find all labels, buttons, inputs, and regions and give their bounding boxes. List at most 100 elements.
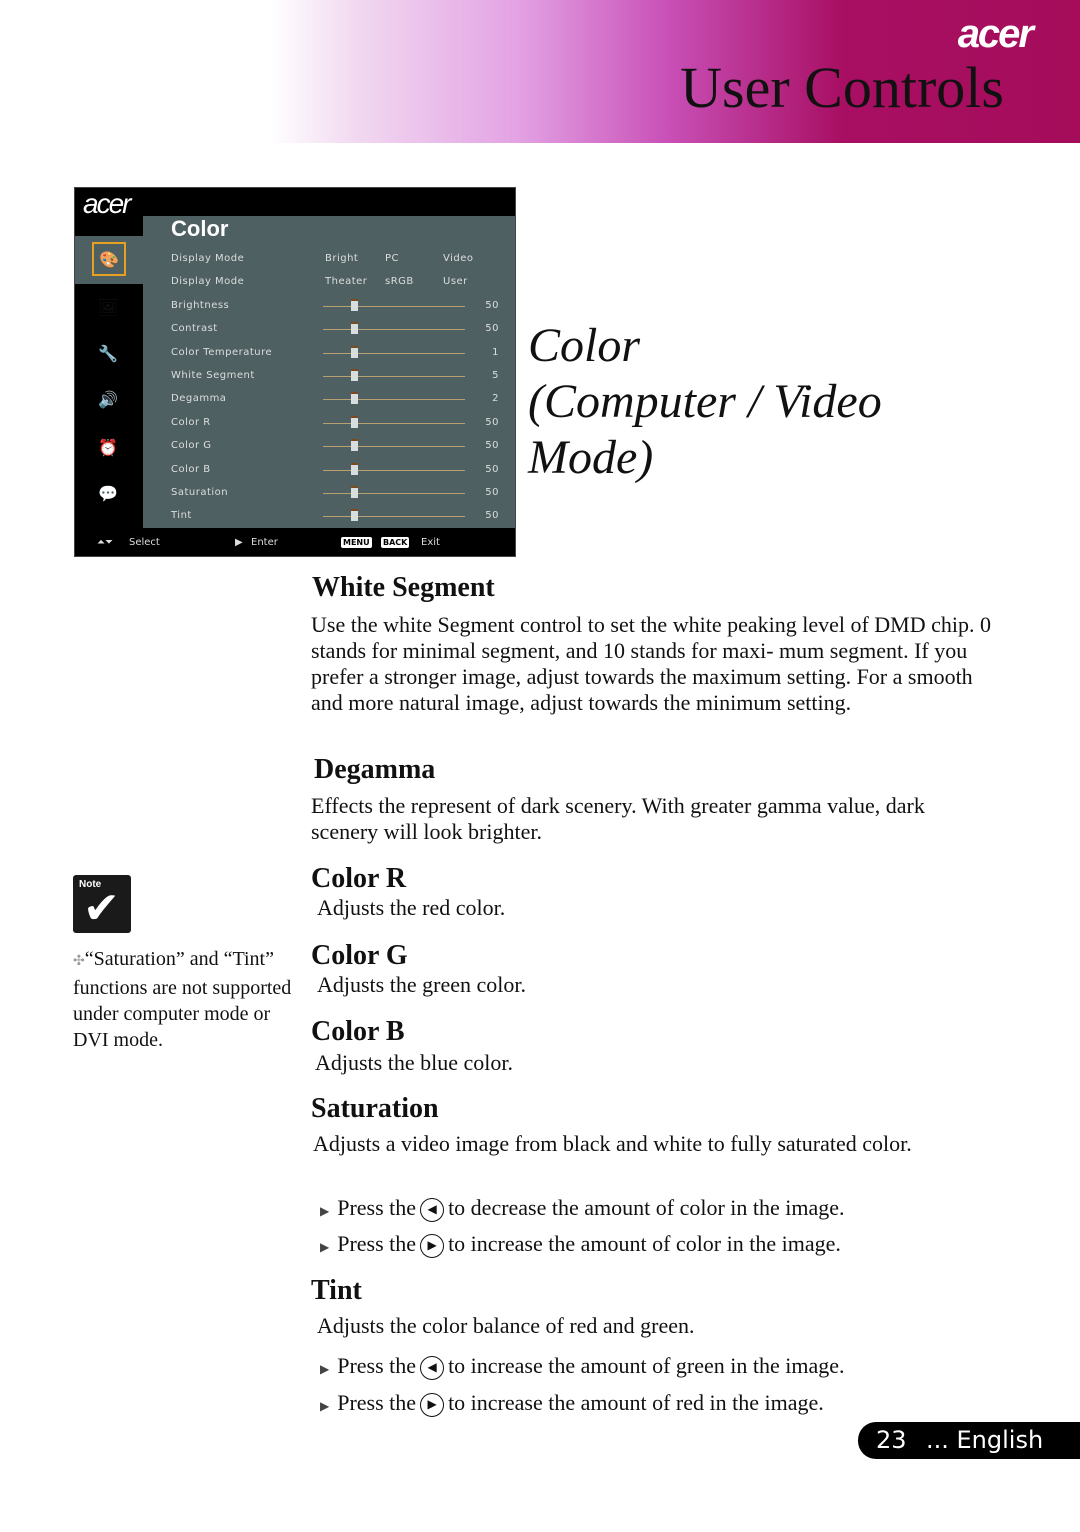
osd-slider-value: 2 bbox=[492, 393, 499, 405]
osd-row-label: Degamma bbox=[171, 393, 227, 405]
osd-slider-track bbox=[323, 305, 465, 307]
osd-slider-row: Color Temperature 1 bbox=[171, 344, 511, 364]
osd-slider-track bbox=[323, 399, 465, 401]
osd-slider-row: Contrast 50 bbox=[171, 320, 511, 340]
osd-row-label: Color B bbox=[171, 463, 211, 475]
page-number: 23 bbox=[876, 1426, 907, 1454]
osd-row-label: Contrast bbox=[171, 323, 218, 335]
osd-slider-thumb bbox=[351, 369, 358, 381]
note-text: ✣“Saturation” and “Tint” functions are n… bbox=[73, 948, 292, 1051]
note-icon: Note ✔ bbox=[73, 875, 131, 933]
osd-slider-track bbox=[323, 446, 465, 448]
degamma-heading: Degamma bbox=[314, 754, 436, 785]
osd-slider-track bbox=[323, 329, 465, 331]
saturation-heading: Saturation bbox=[311, 1093, 439, 1124]
osd-slider-track bbox=[323, 422, 465, 424]
left-arrow-button-icon: ◀ bbox=[420, 1197, 445, 1222]
speaker-icon: 🔊 bbox=[98, 389, 118, 409]
osd-slider-value: 1 bbox=[492, 346, 499, 358]
osd-mode-row: Display Mode Bright PC Video bbox=[171, 250, 511, 270]
osd-slider-thumb bbox=[351, 462, 358, 475]
osd-footer: ⏶⏷ Select ▶ Enter MENU BACK Exit bbox=[75, 528, 515, 556]
osd-slider-track bbox=[323, 469, 465, 471]
osd-row-label: White Segment bbox=[171, 370, 255, 381]
big-title-line: Color bbox=[528, 319, 641, 372]
tint-heading: Tint bbox=[311, 1275, 362, 1306]
osd-slider-row: White Segment 5 bbox=[171, 367, 511, 387]
osd-slider-track bbox=[323, 493, 465, 494]
osd-slider-value: 50 bbox=[485, 463, 499, 475]
back-key: BACK bbox=[381, 537, 410, 548]
color-g-body: Adjusts the green color. bbox=[317, 972, 526, 997]
osd-slider-thumb bbox=[351, 486, 358, 498]
section-big-title: Color (Computer / Video Mode) bbox=[528, 318, 882, 486]
osd-slider-thumb bbox=[351, 392, 358, 405]
saturation-body: Adjusts a video image from black and whi… bbox=[313, 1131, 912, 1156]
osd-slider-value: 50 bbox=[485, 323, 499, 335]
header-banner: acer User Controls bbox=[0, 0, 1080, 143]
timer-icon: ⏰ bbox=[98, 437, 118, 457]
white-segment-body: Use the white Segment control to set the… bbox=[311, 612, 992, 715]
up-down-icon: ⏶⏷ bbox=[97, 537, 113, 548]
osd-slider-row: Color R 50 bbox=[171, 414, 511, 434]
osd-title: Color bbox=[171, 216, 229, 241]
language-icon: 💬 bbox=[98, 483, 118, 503]
osd-slider-row: Color G 50 bbox=[171, 437, 511, 457]
color-b-body: Adjusts the blue color. bbox=[315, 1050, 513, 1075]
osd-mode-option: Theater bbox=[325, 276, 368, 288]
osd-slider-row: Color B 50 bbox=[171, 461, 511, 481]
big-title-line: (Computer / Video bbox=[528, 375, 882, 428]
osd-mode-row: Display Mode Theater sRGB User bbox=[171, 273, 511, 293]
bullet-arrow-icon: ▶ bbox=[320, 1204, 330, 1218]
osd-row-label: Color G bbox=[171, 440, 212, 452]
bullet-arrow-icon: ▶ bbox=[320, 1399, 330, 1413]
left-arrow-button-icon: ◀ bbox=[420, 1355, 445, 1380]
osd-row-label: Color R bbox=[171, 416, 211, 428]
osd-acer-logo: acer bbox=[83, 188, 131, 219]
settings-wrench-icon: 🔧 bbox=[98, 343, 118, 363]
osd-row-label: Saturation bbox=[171, 487, 229, 498]
osd-row-label: Tint bbox=[171, 510, 192, 522]
osd-slider-value: 50 bbox=[485, 299, 499, 311]
enter-hint: Enter bbox=[251, 537, 278, 548]
osd-slider-thumb bbox=[351, 439, 358, 452]
osd-slider-value: 50 bbox=[485, 416, 499, 428]
osd-slider-row: Degamma 2 bbox=[171, 390, 511, 410]
white-segment-heading: White Segment bbox=[312, 572, 495, 603]
language-label: ... English bbox=[926, 1426, 1044, 1454]
color-r-heading: Color R bbox=[311, 863, 407, 894]
osd-slider-value: 50 bbox=[485, 440, 499, 452]
osd-mode-option: sRGB bbox=[385, 276, 414, 288]
osd-slider-value: 50 bbox=[485, 487, 499, 498]
osd-slider-thumb bbox=[351, 345, 358, 358]
image-icon: 🖼 bbox=[97, 297, 119, 317]
color-b-heading: Color B bbox=[311, 1016, 405, 1047]
osd-mode-option: User bbox=[443, 276, 468, 288]
bullet-arrow-icon: ▶ bbox=[320, 1240, 330, 1254]
acer-logo: acer bbox=[957, 12, 1034, 56]
osd-slider-row: Brightness 50 bbox=[171, 297, 511, 317]
big-title-line: Mode) bbox=[528, 431, 654, 484]
tint-bullet: ▶ Press the ◀ to increase the amount of gre… bbox=[320, 1353, 845, 1380]
osd-mode-option: Video bbox=[443, 253, 474, 264]
osd-slider-track bbox=[323, 352, 465, 354]
diamond-bullet-icon: ✣ bbox=[73, 954, 85, 969]
osd-slider-value: 50 bbox=[485, 510, 499, 522]
osd-menu-screenshot: acer 🎨 🖼 🔧 🔊 ⏰ 💬 Color Display Mode Brigh… bbox=[74, 187, 516, 557]
osd-row-label: Color Temperature bbox=[171, 346, 273, 358]
degamma-body: Effects the represent of dark scenery. W… bbox=[311, 793, 925, 844]
menu-key: MENU bbox=[341, 537, 372, 548]
osd-slider-track bbox=[323, 516, 465, 518]
osd-slider-thumb bbox=[351, 322, 358, 335]
osd-slider-thumb bbox=[351, 415, 358, 428]
saturation-bullet: ▶ Press the ◀ to decrease the amount of col… bbox=[320, 1195, 845, 1222]
osd-mode-option: PC bbox=[385, 253, 400, 264]
exit-hint: Exit bbox=[421, 537, 440, 548]
osd-row-label: Display Mode bbox=[171, 276, 245, 288]
right-arrow-button-icon: ▶ bbox=[420, 1233, 445, 1258]
checkmark-icon: ✔ bbox=[83, 883, 120, 934]
osd-panel: Color Display Mode Bright PC Video Display M… bbox=[143, 216, 515, 528]
osd-slider-value: 5 bbox=[492, 370, 499, 381]
right-arrow-button-icon: ▶ bbox=[420, 1392, 445, 1417]
color-g-heading: Color G bbox=[311, 940, 408, 971]
